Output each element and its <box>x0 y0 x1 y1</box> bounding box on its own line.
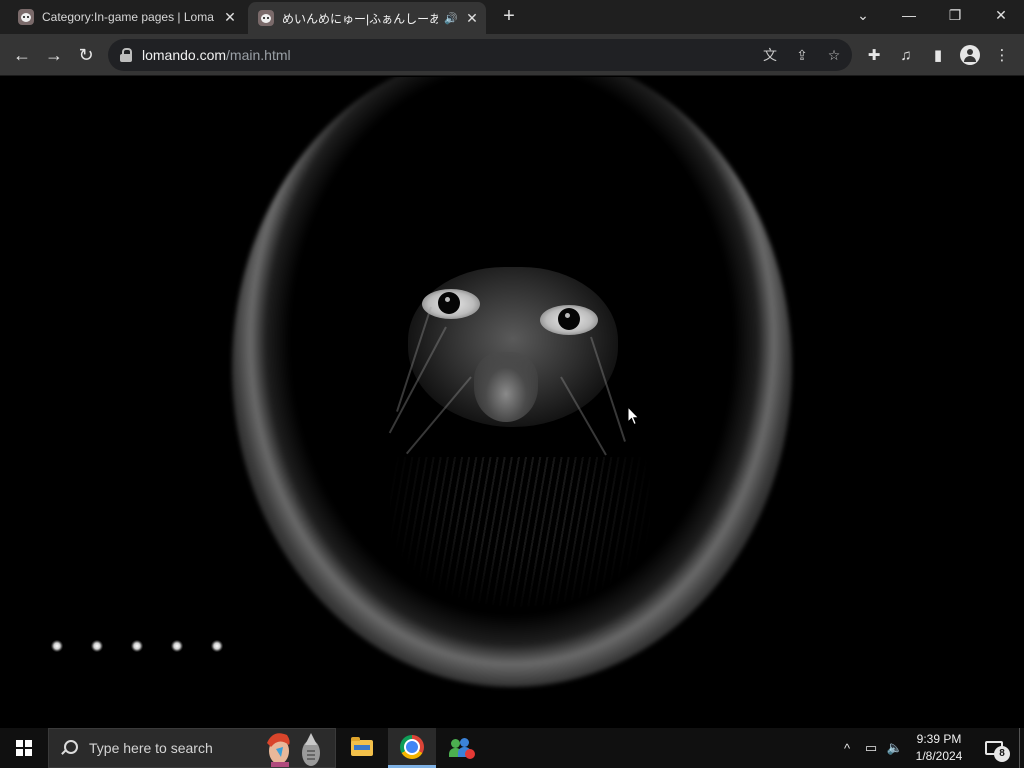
taskbar-chrome[interactable] <box>388 728 436 768</box>
tab-close-icon[interactable]: ✕ <box>220 7 240 27</box>
action-center-button[interactable]: 8 <box>978 728 1010 768</box>
indicator-dot <box>131 640 143 652</box>
audio-playing-icon[interactable]: 🔊 <box>444 12 458 25</box>
game-canvas[interactable] <box>0 77 1024 728</box>
right-pupil <box>558 308 580 330</box>
browser-titlebar: Category:In-game pages | Loma ✕ めいんめにゅー|… <box>0 0 1024 34</box>
nose <box>474 352 538 422</box>
windows-taskbar: Type here to search ^ ▭ 🔈 9:39 PM 1/8/20… <box>0 728 1024 768</box>
lower-hair <box>390 457 650 607</box>
chrome-icon <box>400 734 424 759</box>
mouse-cursor-icon <box>627 406 640 426</box>
search-highlight-illustration-icon <box>261 729 331 767</box>
folder-icon <box>351 737 373 756</box>
start-button[interactable] <box>0 728 48 768</box>
restore-button[interactable]: ❐ <box>932 0 978 30</box>
tab-search-chevron-icon[interactable]: ⌄ <box>840 0 886 30</box>
notification-icon: 8 <box>985 741 1010 762</box>
clock-date: 1/8/2024 <box>915 749 963 763</box>
clock-time: 9:39 PM <box>916 732 962 746</box>
profile-button[interactable] <box>958 43 982 67</box>
taskbar-search-box[interactable]: Type here to search <box>48 728 336 768</box>
taskbar-people-app[interactable] <box>438 728 486 768</box>
minimize-button[interactable]: — <box>886 0 932 30</box>
address-bar[interactable]: lomando.com/main.html 文 ⇪ ☆ <box>108 39 852 71</box>
profile-avatar-icon <box>960 45 980 65</box>
reload-button[interactable]: ↻ <box>72 41 100 69</box>
indicator-dot <box>91 640 103 652</box>
tab-title: Category:In-game pages | Loma <box>42 10 214 24</box>
tab-title: めいんめにゅー|ふぁんしーあいらん <box>282 11 439 26</box>
notification-count-badge: 8 <box>994 746 1010 762</box>
browser-toolbar: ← → ↻ lomando.com/main.html 文 ⇪ ☆ ✚ ♫ ▮ … <box>0 34 1024 76</box>
site-favicon-icon <box>18 9 34 25</box>
indicator-dot <box>171 640 183 652</box>
network-icon[interactable]: ▭ <box>860 728 882 768</box>
back-button[interactable]: ← <box>8 41 36 69</box>
close-window-button[interactable]: ✕ <box>978 0 1024 30</box>
forward-button[interactable]: → <box>40 41 68 69</box>
side-panel-icon[interactable]: ▮ <box>926 43 950 67</box>
bookmark-star-icon[interactable]: ☆ <box>824 45 844 65</box>
people-icon <box>449 737 475 759</box>
lock-icon[interactable] <box>120 48 132 62</box>
indicator-dot <box>211 640 223 652</box>
share-icon[interactable]: ⇪ <box>792 45 812 65</box>
browser-menu-icon[interactable]: ⋮ <box>990 43 1014 67</box>
search-icon <box>61 740 78 756</box>
show-desktop-button[interactable] <box>1019 728 1024 768</box>
media-control-icon[interactable]: ♫ <box>894 43 918 67</box>
left-pupil <box>438 292 460 314</box>
indicator-dot <box>51 640 63 652</box>
volume-muted-icon[interactable]: 🔈 <box>884 728 906 768</box>
extensions-icon[interactable]: ✚ <box>862 43 886 67</box>
right-eye <box>540 305 598 335</box>
address-url[interactable]: lomando.com/main.html <box>142 47 291 63</box>
url-path: /main.html <box>226 47 291 63</box>
taskbar-clock[interactable]: 9:39 PM 1/8/2024 <box>906 731 972 765</box>
tab-main-menu[interactable]: めいんめにゅー|ふぁんしーあいらん 🔊 ✕ <box>248 2 486 34</box>
tab-category-in-game-pages[interactable]: Category:In-game pages | Loma ✕ <box>8 0 246 34</box>
show-hidden-icons-chevron-icon[interactable]: ^ <box>836 728 858 768</box>
site-favicon-icon <box>258 10 274 26</box>
windows-logo-icon <box>16 740 32 756</box>
left-eye <box>422 289 480 319</box>
url-host: lomando.com <box>142 47 227 63</box>
screen: Category:In-game pages | Loma ✕ めいんめにゅー|… <box>0 0 1024 768</box>
search-placeholder: Type here to search <box>89 740 213 756</box>
translate-icon[interactable]: 文 <box>760 45 780 65</box>
taskbar-file-explorer[interactable] <box>338 728 386 768</box>
new-tab-button[interactable]: + <box>498 6 520 28</box>
tab-close-icon[interactable]: ✕ <box>464 8 480 28</box>
